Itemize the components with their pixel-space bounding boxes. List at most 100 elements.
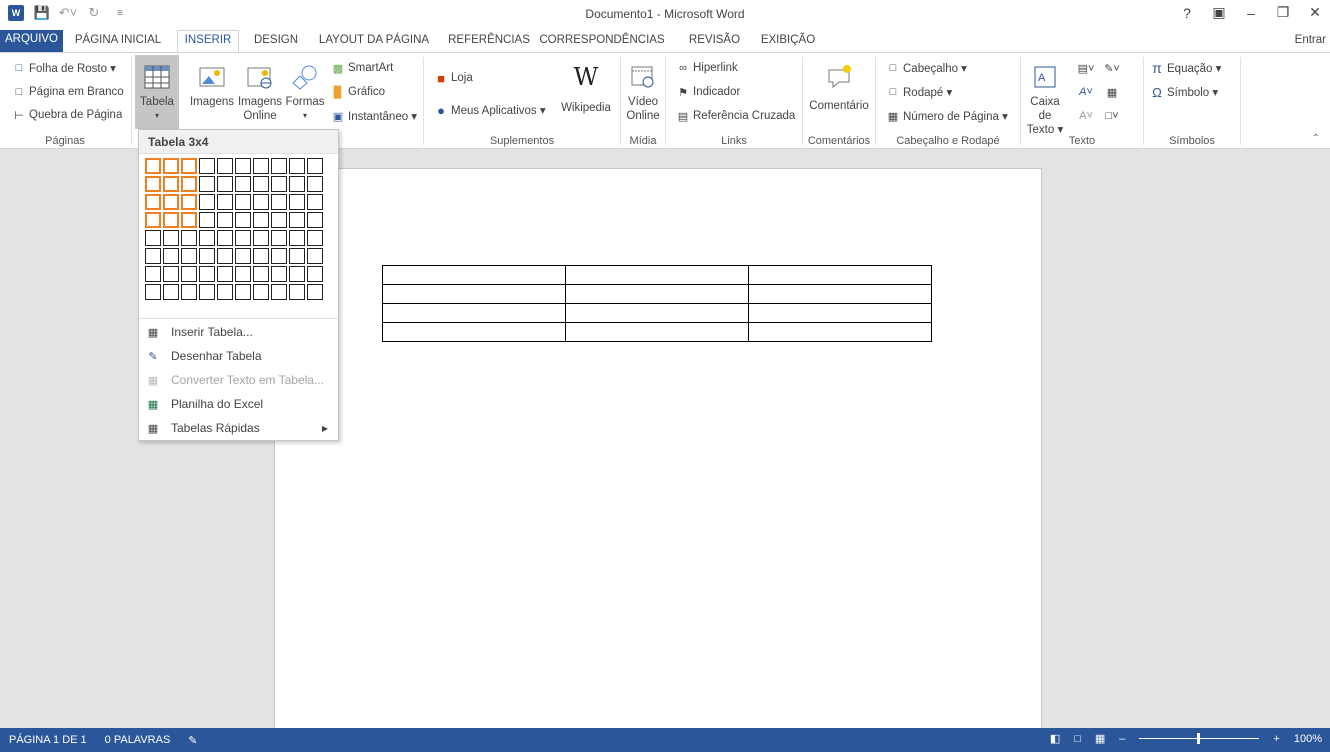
grid-cell[interactable]	[217, 248, 233, 264]
document-table[interactable]	[382, 265, 932, 342]
grid-cell[interactable]	[235, 212, 251, 228]
planilha-excel-item[interactable]: ▦ Planilha do Excel	[139, 392, 338, 416]
table-cell[interactable]	[382, 265, 566, 285]
caixa-de-texto-button[interactable]: A Caixa de Texto ▾	[1025, 61, 1065, 137]
zoom-slider-thumb[interactable]	[1197, 733, 1201, 744]
hiperlink-button[interactable]: ∞ Hiperlink	[676, 61, 738, 75]
grid-cell[interactable]	[181, 266, 197, 282]
collapse-ribbon-icon[interactable]: ⌃	[1312, 133, 1320, 144]
grid-cell[interactable]	[235, 266, 251, 282]
folha-de-rosto-button[interactable]: □ Folha de Rosto ▾	[12, 61, 116, 75]
tab-layout-da-pagina[interactable]: LAYOUT DA PÁGINA	[313, 31, 435, 52]
minimize-icon[interactable]: –	[1242, 5, 1260, 21]
grid-cell[interactable]	[289, 230, 305, 246]
grid-cell[interactable]	[307, 266, 323, 282]
grid-cell[interactable]	[253, 248, 269, 264]
grid-cell[interactable]	[253, 212, 269, 228]
sign-in-link[interactable]: Entrar	[1295, 34, 1326, 46]
grid-cell[interactable]	[289, 284, 305, 300]
imagens-button[interactable]: Imagens	[188, 61, 236, 109]
referencia-cruzada-button[interactable]: ▤ Referência Cruzada	[676, 109, 795, 123]
grid-cell[interactable]	[181, 212, 197, 228]
tab-pagina-inicial[interactable]: PÁGINA INICIAL	[68, 31, 168, 52]
grid-cell[interactable]	[199, 248, 215, 264]
wordart-button[interactable]: A˅	[1079, 85, 1093, 99]
indicador-button[interactable]: ⚑ Indicador	[676, 85, 740, 99]
grid-cell[interactable]	[253, 284, 269, 300]
grid-cell[interactable]	[235, 284, 251, 300]
read-mode-icon[interactable]: ◧	[1050, 732, 1060, 745]
page-count[interactable]: PÁGINA 1 DE 1	[9, 734, 87, 747]
table-cell[interactable]	[382, 322, 566, 342]
grid-cell[interactable]	[145, 158, 161, 174]
tab-arquivo[interactable]: ARQUIVO	[0, 30, 63, 52]
grid-cell[interactable]	[181, 158, 197, 174]
grid-cell[interactable]	[271, 158, 287, 174]
table-cell[interactable]	[565, 322, 749, 342]
proofing-icon[interactable]: ✎	[188, 734, 197, 747]
grid-cell[interactable]	[235, 248, 251, 264]
meus-aplicativos-button[interactable]: ● Meus Aplicativos ▾	[434, 103, 546, 118]
table-cell[interactable]	[382, 284, 566, 304]
grid-cell[interactable]	[253, 176, 269, 192]
numero-de-pagina-button[interactable]: ▦ Número de Página ▾	[886, 109, 1008, 124]
zoom-in-button[interactable]: +	[1273, 733, 1279, 745]
table-cell[interactable]	[565, 284, 749, 304]
grid-cell[interactable]	[145, 194, 161, 210]
quebra-de-pagina-button[interactable]: ⊢ Quebra de Página	[12, 108, 122, 122]
table-cell[interactable]	[748, 303, 932, 323]
grid-cell[interactable]	[163, 212, 179, 228]
grid-cell[interactable]	[289, 158, 305, 174]
grid-cell[interactable]	[307, 176, 323, 192]
grid-cell[interactable]	[217, 212, 233, 228]
help-icon[interactable]: ?	[1178, 5, 1196, 21]
tab-exibicao[interactable]: EXIBIÇÃO	[756, 31, 820, 52]
ribbon-display-options-icon[interactable]: ▣	[1210, 4, 1228, 21]
grid-cell[interactable]	[253, 266, 269, 282]
grid-cell[interactable]	[307, 194, 323, 210]
grid-cell[interactable]	[181, 230, 197, 246]
grid-cell[interactable]	[307, 212, 323, 228]
video-online-button[interactable]: Vídeo Online	[623, 61, 663, 123]
date-time-button[interactable]: ▦	[1105, 85, 1119, 99]
formas-button[interactable]: Formas ▾	[284, 61, 326, 123]
web-layout-icon[interactable]: ▦	[1095, 732, 1105, 745]
grid-cell[interactable]	[307, 248, 323, 264]
grid-cell[interactable]	[163, 248, 179, 264]
grid-cell[interactable]	[145, 212, 161, 228]
grid-cell[interactable]	[289, 248, 305, 264]
grid-cell[interactable]	[217, 194, 233, 210]
zoom-slider[interactable]	[1139, 733, 1260, 744]
cabecalho-button[interactable]: □ Cabeçalho ▾	[886, 61, 967, 75]
grid-cell[interactable]	[235, 194, 251, 210]
tab-design[interactable]: DESIGN	[249, 31, 303, 52]
grafico-button[interactable]: ▉ Gráfico	[331, 85, 385, 99]
grid-cell[interactable]	[181, 194, 197, 210]
grid-cell[interactable]	[163, 230, 179, 246]
grid-cell[interactable]	[181, 248, 197, 264]
grid-cell[interactable]	[271, 266, 287, 282]
wikipedia-button[interactable]: W Wikipedia	[558, 61, 614, 115]
pagina-em-branco-button[interactable]: □ Página em Branco	[12, 85, 124, 99]
grid-cell[interactable]	[217, 266, 233, 282]
grid-cell[interactable]	[271, 176, 287, 192]
table-cell[interactable]	[382, 303, 566, 323]
inserir-tabela-item[interactable]: ▦ Inserir Tabela...	[139, 320, 338, 344]
instantaneo-button[interactable]: ▣ Instantâneo ▾	[331, 109, 417, 124]
grid-cell[interactable]	[181, 284, 197, 300]
drop-cap-button[interactable]: A˅	[1079, 109, 1093, 123]
grid-cell[interactable]	[235, 176, 251, 192]
grid-cell[interactable]	[289, 266, 305, 282]
grid-cell[interactable]	[145, 230, 161, 246]
grid-cell[interactable]	[163, 194, 179, 210]
zoom-level[interactable]: 100%	[1294, 733, 1322, 745]
grid-cell[interactable]	[217, 176, 233, 192]
grid-cell[interactable]	[217, 284, 233, 300]
table-size-grid[interactable]	[144, 157, 324, 301]
grid-cell[interactable]	[307, 158, 323, 174]
tab-correspondencias[interactable]: CORRESPONDÊNCIAS	[537, 31, 667, 52]
grid-cell[interactable]	[199, 284, 215, 300]
tab-revisao[interactable]: REVISÃO	[683, 31, 746, 52]
tab-inserir[interactable]: INSERIR	[177, 30, 239, 52]
grid-cell[interactable]	[163, 176, 179, 192]
